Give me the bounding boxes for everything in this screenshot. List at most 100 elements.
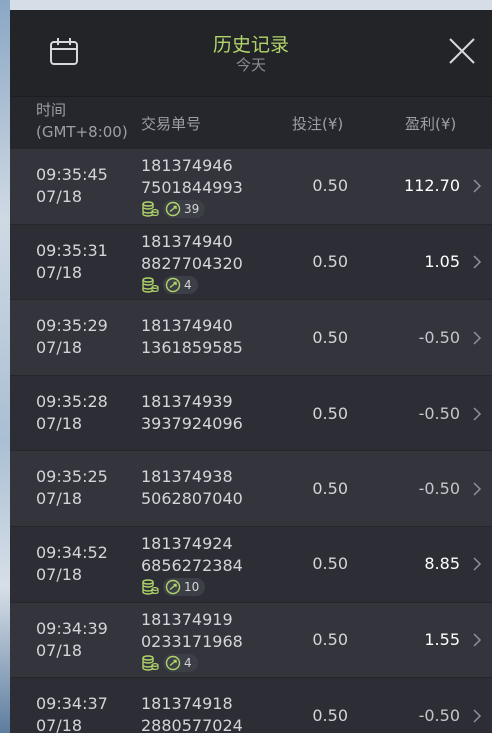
row-order-id-line1: 181374918	[141, 694, 233, 714]
row-order-id-line2: 0233171968	[141, 631, 243, 651]
row-time: 09:35:29	[36, 316, 108, 336]
row-order-id-line2: 1361859585	[141, 338, 243, 358]
close-icon[interactable]	[447, 36, 477, 66]
background-strip-top	[0, 0, 492, 10]
row-date: 07/18	[36, 716, 83, 733]
row-order-id-line2: 2880577024	[141, 716, 243, 733]
row-order-id-line2: 6856272384	[141, 555, 243, 575]
coin-stack-icon	[142, 276, 159, 293]
row-badges: 10	[141, 577, 206, 597]
column-time: 时间 (GMT+8:00)	[36, 99, 128, 143]
row-badges: 4	[141, 275, 198, 295]
row-order-id: 181374940 1361859585	[141, 315, 243, 359]
column-time-label: 时间	[36, 101, 67, 119]
row-order-id: 181374939 3937924096	[141, 391, 243, 435]
free-spin-count: 4	[184, 277, 192, 292]
history-row[interactable]: 09:34:37 07/18 181374918 2880577024 0.50…	[10, 678, 492, 733]
chevron-right-icon[interactable]	[472, 331, 482, 345]
row-time-cell: 09:35:25 07/18	[36, 466, 108, 510]
row-profit: -0.50	[418, 403, 460, 423]
row-profit: -0.50	[418, 328, 460, 348]
row-order-id-line1: 181374924	[141, 533, 233, 553]
title-group: 历史记录 今天	[10, 34, 492, 74]
row-date: 07/18	[36, 413, 83, 433]
row-order-id-line2: 8827704320	[141, 253, 243, 273]
row-order-id-line1: 181374946	[141, 156, 233, 175]
row-order-id-line1: 181374940	[141, 316, 233, 336]
row-badges: 39	[141, 199, 206, 219]
row-bet: 0.50	[312, 328, 348, 348]
row-time: 09:35:31	[36, 240, 108, 260]
free-spin-badge: 39	[163, 200, 206, 218]
row-order-id: 181374946 7501844993	[141, 155, 243, 199]
coin-stack-icon	[142, 201, 159, 217]
row-time: 09:35:45	[36, 165, 108, 184]
row-time: 09:35:28	[36, 391, 108, 411]
row-bet: 0.50	[312, 706, 348, 726]
history-row[interactable]: 09:35:31 07/18 181374940 8827704320 0.50…	[10, 224, 492, 301]
row-order-id-line1: 181374940	[141, 231, 233, 251]
row-profit: 1.05	[424, 251, 460, 271]
coin-stack-icon	[142, 579, 159, 595]
free-spin-icon	[165, 201, 181, 217]
free-spin-badge: 4	[163, 653, 198, 672]
row-date: 07/18	[36, 489, 83, 509]
history-row[interactable]: 09:34:52 07/18 181374924 6856272384 0.50…	[10, 526, 492, 603]
row-order-id: 181374940 8827704320	[141, 231, 243, 275]
chevron-right-icon[interactable]	[472, 709, 482, 723]
row-order-id-line1: 181374919	[141, 609, 233, 629]
row-order-id: 181374919 0233171968	[141, 609, 243, 653]
row-order-id-line2: 5062807040	[141, 489, 243, 509]
free-spin-icon	[165, 277, 181, 292]
row-bet: 0.50	[312, 479, 348, 499]
history-list: 09:35:45 07/18 181374946 7501844993 0.50…	[10, 149, 492, 733]
page-title: 历史记录	[212, 34, 289, 56]
row-profit: -0.50	[418, 479, 460, 499]
row-bet: 0.50	[312, 251, 348, 271]
background-strip-left	[0, 0, 10, 733]
page-subtitle: 今天	[235, 56, 266, 74]
history-row[interactable]: 09:35:25 07/18 181374938 5062807040 0.50…	[10, 451, 492, 527]
history-row[interactable]: 09:35:29 07/18 181374940 1361859585 0.50…	[10, 300, 492, 376]
free-spin-count: 10	[184, 579, 200, 594]
free-spin-badge: 10	[163, 577, 206, 596]
chevron-right-icon[interactable]	[472, 633, 482, 647]
row-date: 07/18	[36, 338, 83, 358]
row-time-cell: 09:35:29 07/18	[36, 315, 108, 359]
history-panel: 历史记录 今天 时间 (GMT+8:00) 交易单号 投注(¥) 盈利(¥) 0…	[10, 10, 492, 733]
row-order-id-line2: 3937924096	[141, 413, 243, 433]
row-order-id: 181374924 6856272384	[141, 533, 243, 577]
column-bet: 投注(¥)	[292, 115, 344, 133]
chevron-right-icon[interactable]	[472, 407, 482, 421]
row-time: 09:34:37	[36, 694, 108, 714]
free-spin-badge: 4	[163, 275, 198, 294]
row-date: 07/18	[36, 262, 83, 282]
history-row[interactable]: 09:35:28 07/18 181374939 3937924096 0.50…	[10, 375, 492, 452]
column-timezone-label: (GMT+8:00)	[36, 123, 128, 141]
row-time-cell: 09:34:39 07/18	[36, 618, 108, 662]
panel-header: 历史记录 今天	[10, 10, 492, 97]
row-time-cell: 09:35:28 07/18	[36, 391, 108, 435]
row-date: 07/18	[36, 187, 83, 206]
column-profit: 盈利(¥)	[405, 115, 457, 133]
row-order-id-line1: 181374938	[141, 467, 233, 487]
row-time: 09:34:39	[36, 618, 108, 638]
row-profit: 8.85	[424, 553, 460, 573]
row-bet: 0.50	[312, 553, 348, 573]
chevron-right-icon[interactable]	[472, 557, 482, 571]
row-time: 09:35:25	[36, 467, 108, 487]
chevron-right-icon[interactable]	[472, 179, 482, 193]
row-time-cell: 09:34:37 07/18	[36, 693, 108, 733]
row-bet: 0.50	[312, 403, 348, 423]
row-profit: -0.50	[418, 706, 460, 726]
free-spin-count: 4	[184, 655, 192, 670]
row-profit: 1.55	[424, 629, 460, 649]
column-header-row: 时间 (GMT+8:00) 交易单号 投注(¥) 盈利(¥)	[10, 97, 492, 149]
row-time-cell: 09:34:52 07/18	[36, 542, 108, 586]
history-row[interactable]: 09:35:45 07/18 181374946 7501844993 0.50…	[10, 149, 492, 225]
history-row[interactable]: 09:34:39 07/18 181374919 0233171968 0.50…	[10, 602, 492, 679]
chevron-right-icon[interactable]	[472, 482, 482, 496]
row-bet: 0.50	[312, 629, 348, 649]
row-time: 09:34:52	[36, 542, 108, 562]
chevron-right-icon[interactable]	[472, 255, 482, 269]
